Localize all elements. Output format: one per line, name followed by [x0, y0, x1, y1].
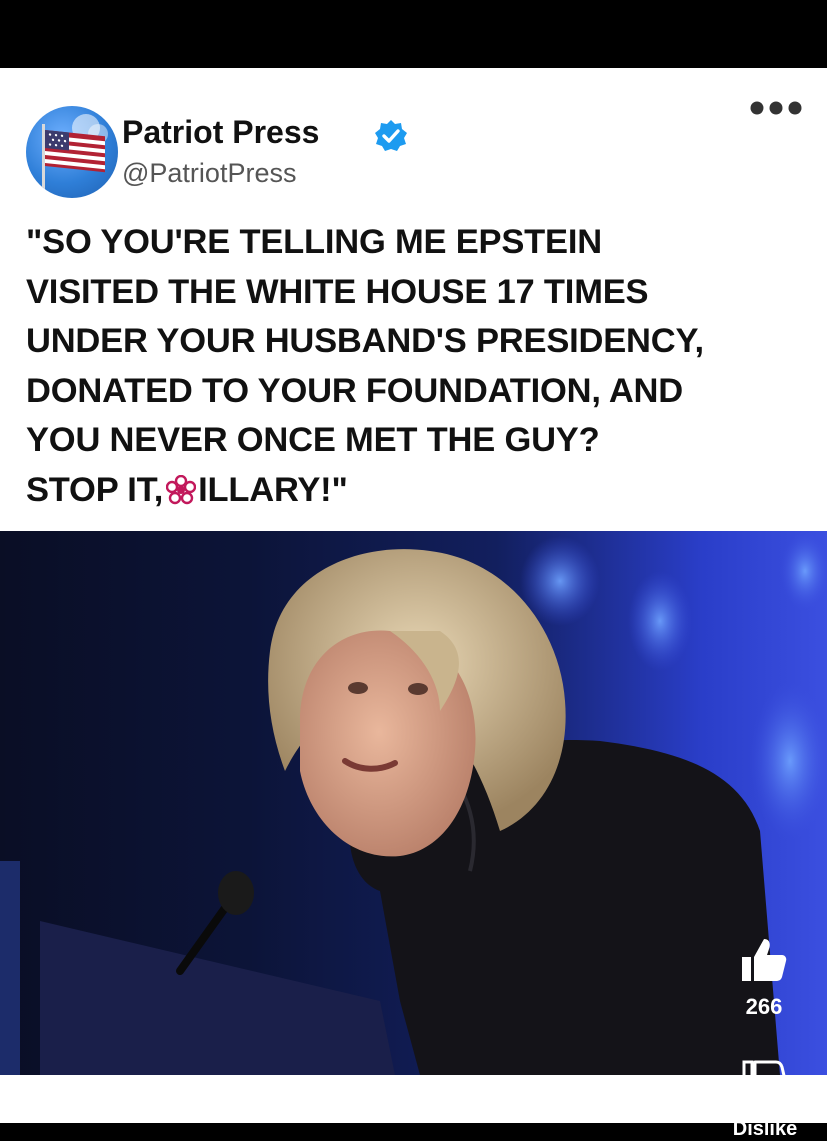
- woman-speaking-at-podium-image: [0, 531, 827, 1075]
- quote-last-prefix: STOP IT,: [26, 470, 164, 509]
- quote-line-last: STOP IT, ILLARY!": [26, 466, 806, 516]
- quote-line: UNDER YOUR HUSBAND'S PRESIDENCY,: [26, 322, 704, 360]
- thumbs-down-icon[interactable]: [740, 1058, 786, 1104]
- dislike-label[interactable]: Dislike: [720, 1118, 810, 1141]
- quote-line: "SO YOU'RE TELLING ME EPSTEIN: [26, 223, 602, 261]
- status-bar-area: [0, 0, 827, 68]
- post-photo[interactable]: [0, 531, 827, 1075]
- profile-avatar[interactable]: [26, 106, 118, 198]
- verified-badge-icon: [375, 120, 407, 151]
- american-flag-icon: [42, 114, 108, 194]
- quote-line: YOU NEVER ONCE MET THE GUY?: [26, 421, 600, 459]
- thumbs-up-icon[interactable]: [738, 935, 788, 985]
- quote-last-suffix: ILLARY!": [198, 470, 348, 509]
- quote-line: DONATED TO YOUR FOUNDATION, AND: [26, 371, 683, 410]
- quote-line: VISITED THE WHITE HOUSE 17 TIMES: [26, 272, 649, 311]
- bottom-bar: [0, 1123, 827, 1140]
- post-quote-text: "SO YOU'RE TELLING ME EPSTEIN VISITED TH…: [26, 218, 806, 515]
- like-count: 266: [745, 994, 783, 1019]
- user-handle[interactable]: @PatriotPress: [122, 158, 296, 189]
- pink-flower-icon: [166, 474, 197, 504]
- display-name[interactable]: Patriot Press: [122, 114, 319, 151]
- more-options-icon[interactable]: [749, 100, 803, 116]
